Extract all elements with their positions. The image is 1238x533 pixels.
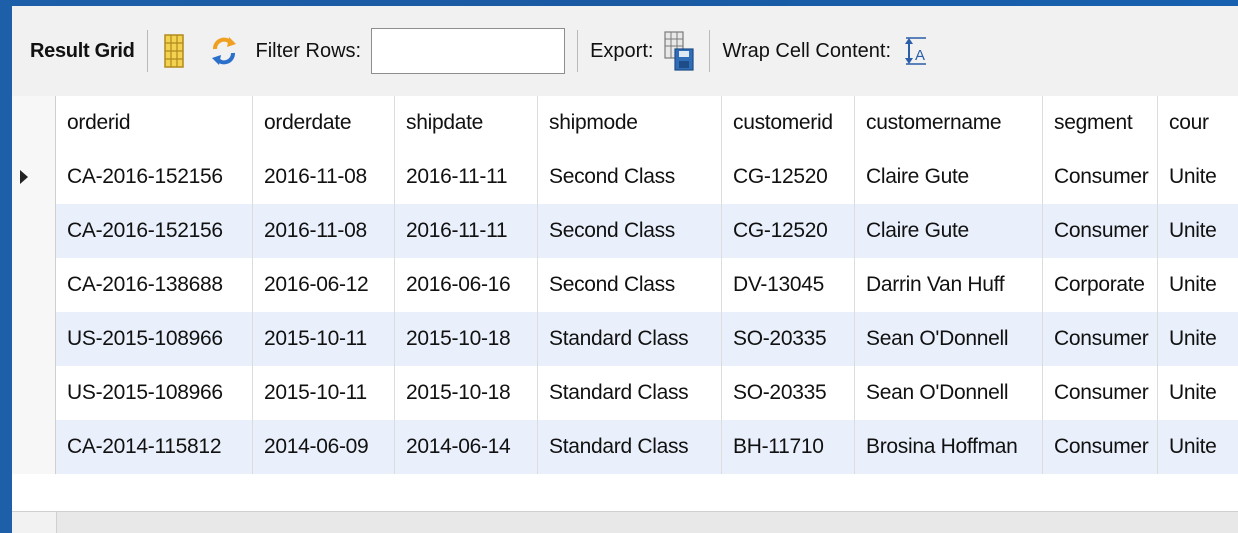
table-cell[interactable]: 2016-06-16: [395, 258, 538, 312]
column-header-orderid[interactable]: orderid: [56, 96, 253, 150]
column-header-orderdate[interactable]: orderdate: [253, 96, 395, 150]
table-cell[interactable]: US-2015-108966: [56, 366, 253, 420]
table-cell[interactable]: CG-12520: [722, 204, 855, 258]
table-cell[interactable]: 2015-10-18: [395, 312, 538, 366]
table-cell[interactable]: 2015-10-11: [253, 312, 395, 366]
wrap-cell-icon[interactable]: A: [901, 31, 931, 71]
horizontal-scrollbar[interactable]: [12, 511, 1238, 533]
row-gutter-header: [12, 96, 56, 150]
current-row-icon: [20, 170, 28, 184]
table-cell[interactable]: SO-20335: [722, 312, 855, 366]
grid-layout-icon[interactable]: [160, 31, 188, 71]
export-label: Export:: [590, 39, 654, 62]
table-row[interactable]: CA-2016-152156 2016-11-08 2016-11-11 Sec…: [12, 150, 1238, 204]
svg-text:A: A: [915, 47, 925, 64]
toolbar-separator: [146, 30, 148, 72]
table-cell[interactable]: Consumer: [1043, 366, 1158, 420]
table-row[interactable]: CA-2016-138688 2016-06-12 2016-06-16 Sec…: [12, 258, 1238, 312]
column-header-segment[interactable]: segment: [1043, 96, 1158, 150]
table-cell[interactable]: CG-12520: [722, 150, 855, 204]
row-selector[interactable]: [12, 420, 56, 474]
row-selector[interactable]: [12, 366, 56, 420]
table-cell[interactable]: Darrin Van Huff: [855, 258, 1043, 312]
wrap-cell-label: Wrap Cell Content:: [722, 39, 892, 62]
export-icon[interactable]: [661, 29, 697, 73]
table-cell[interactable]: Sean O'Donnell: [855, 312, 1043, 366]
result-toolbar: Result Grid Filter Rows: Export: Wrap Ce…: [12, 6, 1238, 97]
table-cell[interactable]: Second Class: [538, 150, 722, 204]
column-header-customerid[interactable]: customerid: [722, 96, 855, 150]
table-cell[interactable]: Claire Gute: [855, 204, 1043, 258]
table-cell[interactable]: Claire Gute: [855, 150, 1043, 204]
table-cell[interactable]: Consumer: [1043, 420, 1158, 474]
table-cell[interactable]: Sean O'Donnell: [855, 366, 1043, 420]
row-selector[interactable]: [12, 150, 56, 204]
result-grid-label: Result Grid: [30, 39, 135, 62]
column-header-country[interactable]: cour: [1158, 96, 1238, 150]
toolbar-separator: [709, 30, 711, 72]
table-row[interactable]: US-2015-108966 2015-10-11 2015-10-18 Sta…: [12, 366, 1238, 420]
row-selector[interactable]: [12, 204, 56, 258]
row-selector[interactable]: [12, 258, 56, 312]
table-cell[interactable]: Standard Class: [538, 366, 722, 420]
table-cell[interactable]: Brosina Hoffman: [855, 420, 1043, 474]
table-cell[interactable]: SO-20335: [722, 366, 855, 420]
column-header-customername[interactable]: customername: [855, 96, 1043, 150]
column-header-shipmode[interactable]: shipmode: [538, 96, 722, 150]
refresh-icon[interactable]: [202, 31, 246, 71]
toolbar-separator: [577, 30, 579, 72]
table-cell[interactable]: CA-2016-138688: [56, 258, 253, 312]
table-cell[interactable]: Second Class: [538, 258, 722, 312]
table-cell[interactable]: 2016-11-11: [395, 150, 538, 204]
table-cell[interactable]: Unite: [1158, 312, 1238, 366]
table-row[interactable]: US-2015-108966 2015-10-11 2015-10-18 Sta…: [12, 312, 1238, 366]
table-cell[interactable]: Unite: [1158, 420, 1238, 474]
table-cell[interactable]: Unite: [1158, 366, 1238, 420]
table-cell[interactable]: BH-11710: [722, 420, 855, 474]
scrollbar-corner: [12, 512, 57, 533]
table-cell[interactable]: DV-13045: [722, 258, 855, 312]
table-cell[interactable]: 2016-06-12: [253, 258, 395, 312]
table-cell[interactable]: Unite: [1158, 258, 1238, 312]
row-selector[interactable]: [12, 312, 56, 366]
table-cell[interactable]: 2015-10-18: [395, 366, 538, 420]
table-cell[interactable]: 2015-10-11: [253, 366, 395, 420]
table-cell[interactable]: Unite: [1158, 150, 1238, 204]
result-grid-panel: Result Grid Filter Rows: Export: Wrap Ce…: [12, 6, 1238, 533]
table-cell[interactable]: Corporate: [1043, 258, 1158, 312]
table-cell[interactable]: 2014-06-14: [395, 420, 538, 474]
table-cell[interactable]: CA-2016-152156: [56, 204, 253, 258]
table-cell[interactable]: 2016-11-08: [253, 204, 395, 258]
table-cell[interactable]: Consumer: [1043, 150, 1158, 204]
table-cell[interactable]: US-2015-108966: [56, 312, 253, 366]
table-cell[interactable]: 2016-11-08: [253, 150, 395, 204]
table-cell[interactable]: Unite: [1158, 204, 1238, 258]
table-row[interactable]: CA-2016-152156 2016-11-08 2016-11-11 Sec…: [12, 204, 1238, 258]
table-cell[interactable]: Consumer: [1043, 312, 1158, 366]
table-cell[interactable]: CA-2016-152156: [56, 150, 253, 204]
table-cell[interactable]: Consumer: [1043, 204, 1158, 258]
table-cell[interactable]: 2014-06-09: [253, 420, 395, 474]
filter-rows-label: Filter Rows:: [255, 39, 362, 62]
table-cell[interactable]: 2016-11-11: [395, 204, 538, 258]
table-cell[interactable]: CA-2014-115812: [56, 420, 253, 474]
table-cell[interactable]: Standard Class: [538, 312, 722, 366]
column-header-shipdate[interactable]: shipdate: [395, 96, 538, 150]
table-cell[interactable]: Standard Class: [538, 420, 722, 474]
table-cell[interactable]: Second Class: [538, 204, 722, 258]
grid-header-row: orderid orderdate shipdate shipmode cust…: [12, 96, 1238, 151]
filter-rows-input[interactable]: [371, 28, 566, 74]
table-row[interactable]: CA-2014-115812 2014-06-09 2014-06-14 Sta…: [12, 420, 1238, 474]
